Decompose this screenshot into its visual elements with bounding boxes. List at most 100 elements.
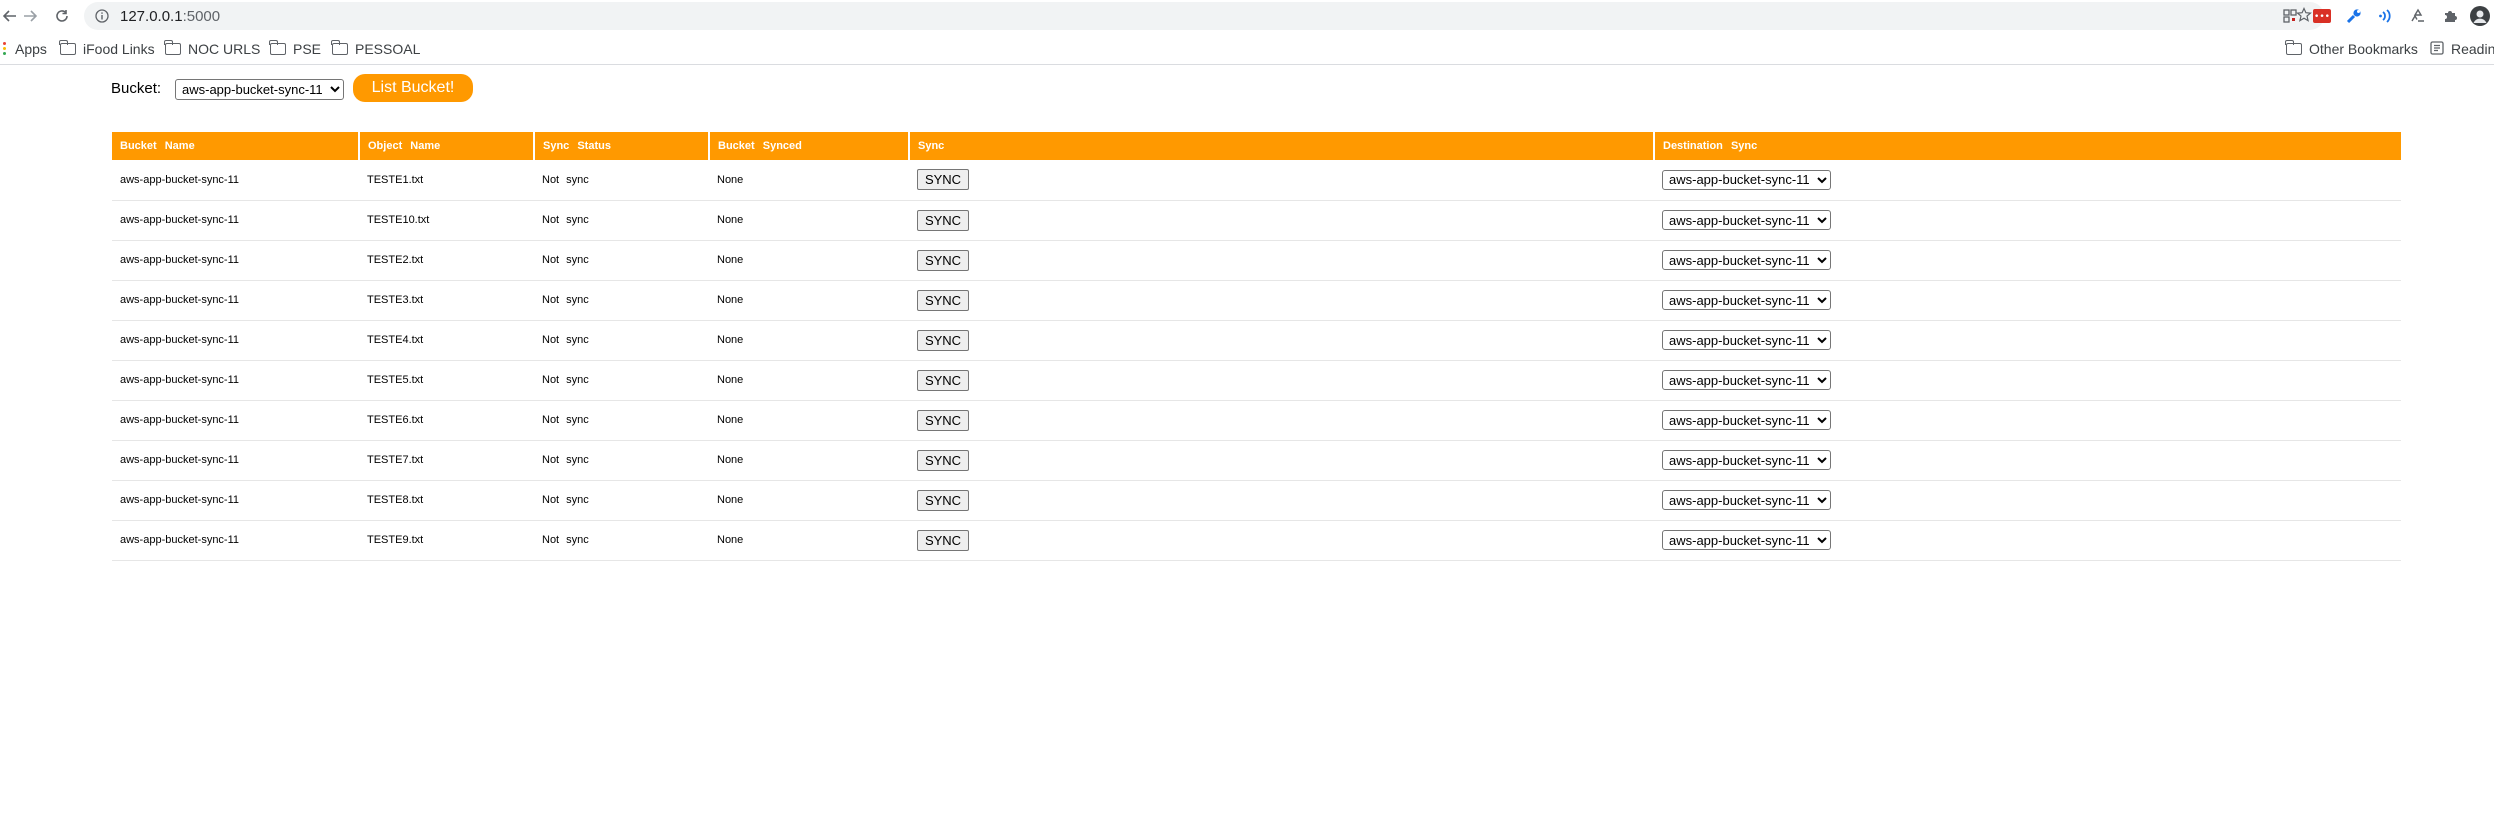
wrench-extension-icon[interactable]	[2344, 6, 2364, 26]
folder-icon	[331, 40, 348, 55]
bucket-name-cell: aws-app-bucket-sync-11	[112, 320, 359, 361]
browser-toolbar: 127.0.0.1:5000 •••	[0, 0, 2494, 32]
bucket-name-cell: aws-app-bucket-sync-11	[112, 480, 359, 521]
sync-button[interactable]: SYNC	[917, 209, 969, 231]
sync-cell: SYNC	[909, 440, 1654, 481]
destination-select[interactable]: aws-app-bucket-sync-11	[1662, 410, 1831, 430]
sync-button[interactable]: SYNC	[917, 249, 969, 271]
objects-table: Bucket Name Object Name Sync Status Bucket …	[112, 132, 2401, 561]
bookmark-ifood-links[interactable]: iFood Links	[59, 38, 155, 60]
object-name-cell: TESTE8.txt	[359, 480, 534, 521]
destination-select[interactable]: aws-app-bucket-sync-11	[1662, 250, 1831, 270]
table-row: aws-app-bucket-sync-11 TESTE2.txt Not sync…	[112, 240, 2401, 281]
table-row: aws-app-bucket-sync-11 TESTE8.txt Not sync…	[112, 480, 2401, 521]
sync-cell: SYNC	[909, 280, 1654, 321]
sync-button[interactable]: SYNC	[917, 529, 969, 551]
object-name-cell: TESTE3.txt	[359, 280, 534, 321]
bucket-select[interactable]: aws-app-bucket-sync-11	[175, 79, 344, 100]
bookmark-pse[interactable]: PSE	[269, 38, 321, 60]
forward-icon[interactable]	[20, 6, 40, 26]
sync-status-cell: Not sync	[534, 360, 709, 401]
destination-sync-cell: aws-app-bucket-sync-11	[1654, 320, 2401, 361]
column-header: Sync	[909, 132, 1655, 160]
table-row: aws-app-bucket-sync-11 TESTE6.txt Not sync…	[112, 400, 2401, 441]
destination-sync-cell: aws-app-bucket-sync-11	[1654, 480, 2401, 521]
destination-select[interactable]: aws-app-bucket-sync-11	[1662, 490, 1831, 510]
reload-icon[interactable]	[52, 6, 72, 26]
bucket-name-cell: aws-app-bucket-sync-11	[112, 400, 359, 441]
column-header: Object Name	[359, 132, 535, 160]
info-icon[interactable]	[94, 8, 110, 24]
bookmark-pessoal[interactable]: PESSOAL	[331, 38, 421, 60]
bucket-name-cell: aws-app-bucket-sync-11	[112, 520, 359, 561]
destination-select[interactable]: aws-app-bucket-sync-11	[1662, 370, 1831, 390]
bucket-synced-cell: None	[709, 240, 909, 281]
sync-button[interactable]: SYNC	[917, 409, 969, 431]
bucket-synced-cell: None	[709, 400, 909, 441]
sync-button[interactable]: SYNC	[917, 449, 969, 471]
back-icon[interactable]	[0, 6, 20, 26]
column-header: Bucket Name	[112, 132, 360, 160]
object-name-cell: TESTE2.txt	[359, 240, 534, 281]
profile-avatar[interactable]	[2470, 6, 2490, 26]
object-name-cell: TESTE4.txt	[359, 320, 534, 361]
list-bucket-button[interactable]: List Bucket!	[353, 74, 473, 102]
url-host: 127.0.0.1	[120, 7, 183, 25]
table-row: aws-app-bucket-sync-11 TESTE5.txt Not sync…	[112, 360, 2401, 401]
destination-select[interactable]: aws-app-bucket-sync-11	[1662, 330, 1831, 350]
destination-select[interactable]: aws-app-bucket-sync-11	[1662, 450, 1831, 470]
destination-select[interactable]: aws-app-bucket-sync-11	[1662, 210, 1831, 230]
destination-select[interactable]: aws-app-bucket-sync-11	[1662, 169, 1831, 190]
bookmark-noc-urls[interactable]: NOC URLS	[164, 38, 261, 60]
address-bar[interactable]: 127.0.0.1:5000	[84, 2, 2324, 30]
folder-icon	[269, 40, 286, 55]
sync-status-cell: Not sync	[534, 480, 709, 521]
recycle-extension-icon[interactable]	[2408, 6, 2428, 26]
column-header: Destination Sync	[1654, 132, 2401, 160]
sync-button[interactable]: SYNC	[917, 169, 969, 191]
destination-select[interactable]: aws-app-bucket-sync-11	[1662, 530, 1831, 550]
destination-select[interactable]: aws-app-bucket-sync-11	[1662, 290, 1831, 310]
bucket-synced-cell: None	[709, 480, 909, 521]
bucket-label: Bucket:	[111, 80, 162, 97]
audio-extension-icon[interactable]	[2376, 6, 2396, 26]
bucket-synced-cell: None	[709, 280, 909, 321]
password-extension-icon[interactable]: •••	[2312, 6, 2332, 26]
sync-cell: SYNC	[909, 480, 1654, 521]
bucket-name-cell: aws-app-bucket-sync-11	[112, 200, 359, 241]
other-bookmarks[interactable]: Other Bookmarks	[2285, 38, 2418, 60]
folder-icon	[59, 40, 76, 55]
apps-grid-icon	[3, 41, 8, 57]
bookmark-label: Apps	[15, 41, 47, 57]
sync-status-cell: Not sync	[534, 520, 709, 561]
bookmark-label: PESSOAL	[355, 41, 421, 57]
column-header: Sync Status	[534, 132, 710, 160]
sync-button[interactable]: SYNC	[917, 329, 969, 351]
bucket-synced-cell: None	[709, 160, 909, 201]
qr-extension-icon[interactable]	[2280, 6, 2300, 26]
table-row: aws-app-bucket-sync-11 TESTE1.txt Not sync…	[112, 160, 2401, 201]
bucket-synced-cell: None	[709, 320, 909, 361]
sync-status-cell: Not sync	[534, 440, 709, 481]
sync-status-cell: Not sync	[534, 240, 709, 281]
table-body: aws-app-bucket-sync-11 TESTE1.txt Not sync…	[112, 160, 2401, 561]
destination-sync-cell: aws-app-bucket-sync-11	[1654, 240, 2401, 281]
sync-status-cell: Not sync	[534, 320, 709, 361]
puzzle-extensions-icon[interactable]	[2440, 6, 2460, 26]
destination-sync-cell: aws-app-bucket-sync-11	[1654, 200, 2401, 241]
bookmarks-bar: Apps iFood Links NOC URLS PSE PESSOAL Ot…	[0, 32, 2494, 65]
sync-button[interactable]: SYNC	[917, 289, 969, 311]
sync-status-cell: Not sync	[534, 200, 709, 241]
sync-cell: SYNC	[909, 360, 1654, 401]
bookmark-label: NOC URLS	[188, 41, 261, 57]
url-port: :5000	[182, 7, 221, 25]
bookmark-apps[interactable]: Apps	[3, 38, 47, 60]
destination-sync-cell: aws-app-bucket-sync-11	[1654, 280, 2401, 321]
reading-list[interactable]: Readin	[2430, 38, 2494, 60]
bucket-synced-cell: None	[709, 520, 909, 561]
sync-button[interactable]: SYNC	[917, 489, 969, 511]
table-header-row: Bucket Name Object Name Sync Status Bucket …	[112, 132, 2401, 160]
bucket-name-cell: aws-app-bucket-sync-11	[112, 240, 359, 281]
sync-button[interactable]: SYNC	[917, 369, 969, 391]
bucket-synced-cell: None	[709, 360, 909, 401]
